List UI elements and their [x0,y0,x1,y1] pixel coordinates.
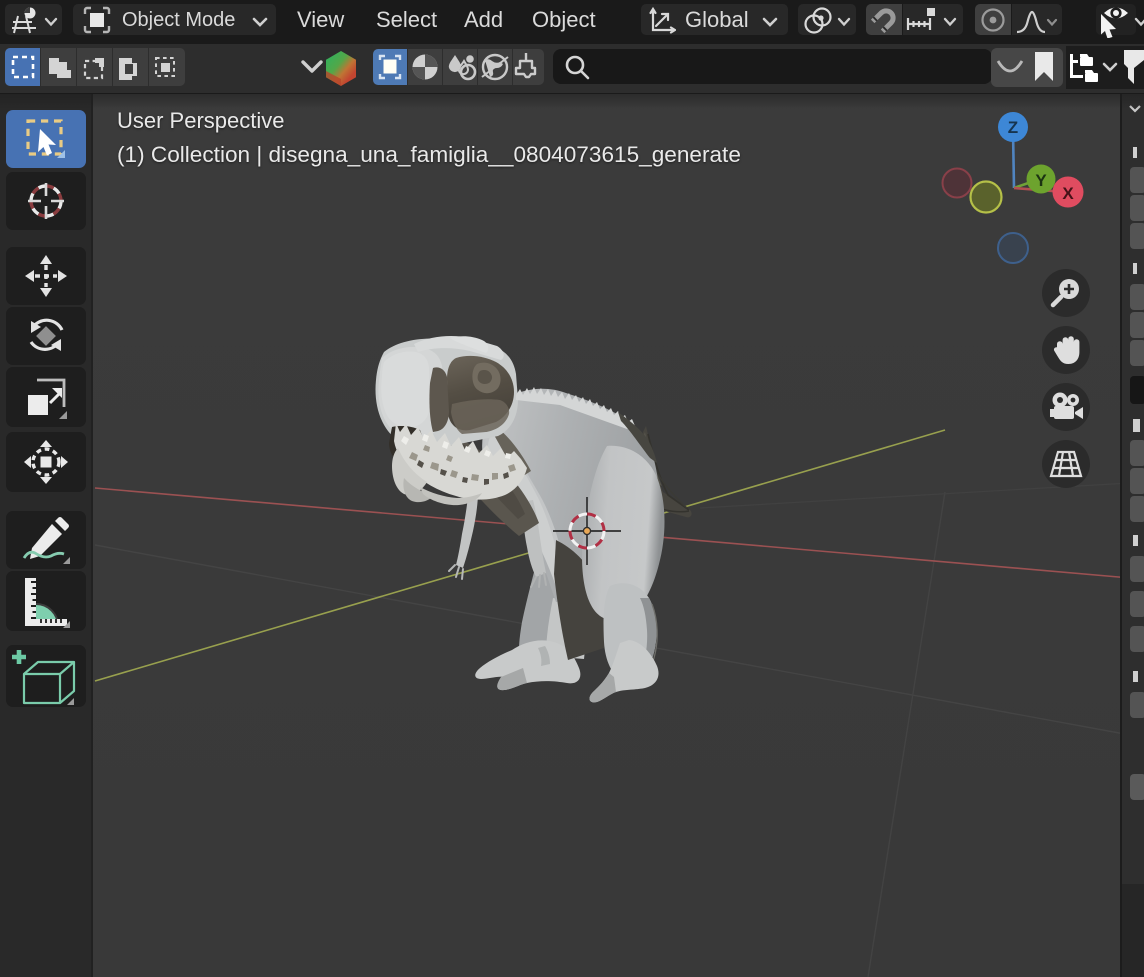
svg-text:X: X [1062,184,1074,203]
svg-text:Y: Y [1035,171,1047,190]
svg-text:Z: Z [1008,118,1018,137]
